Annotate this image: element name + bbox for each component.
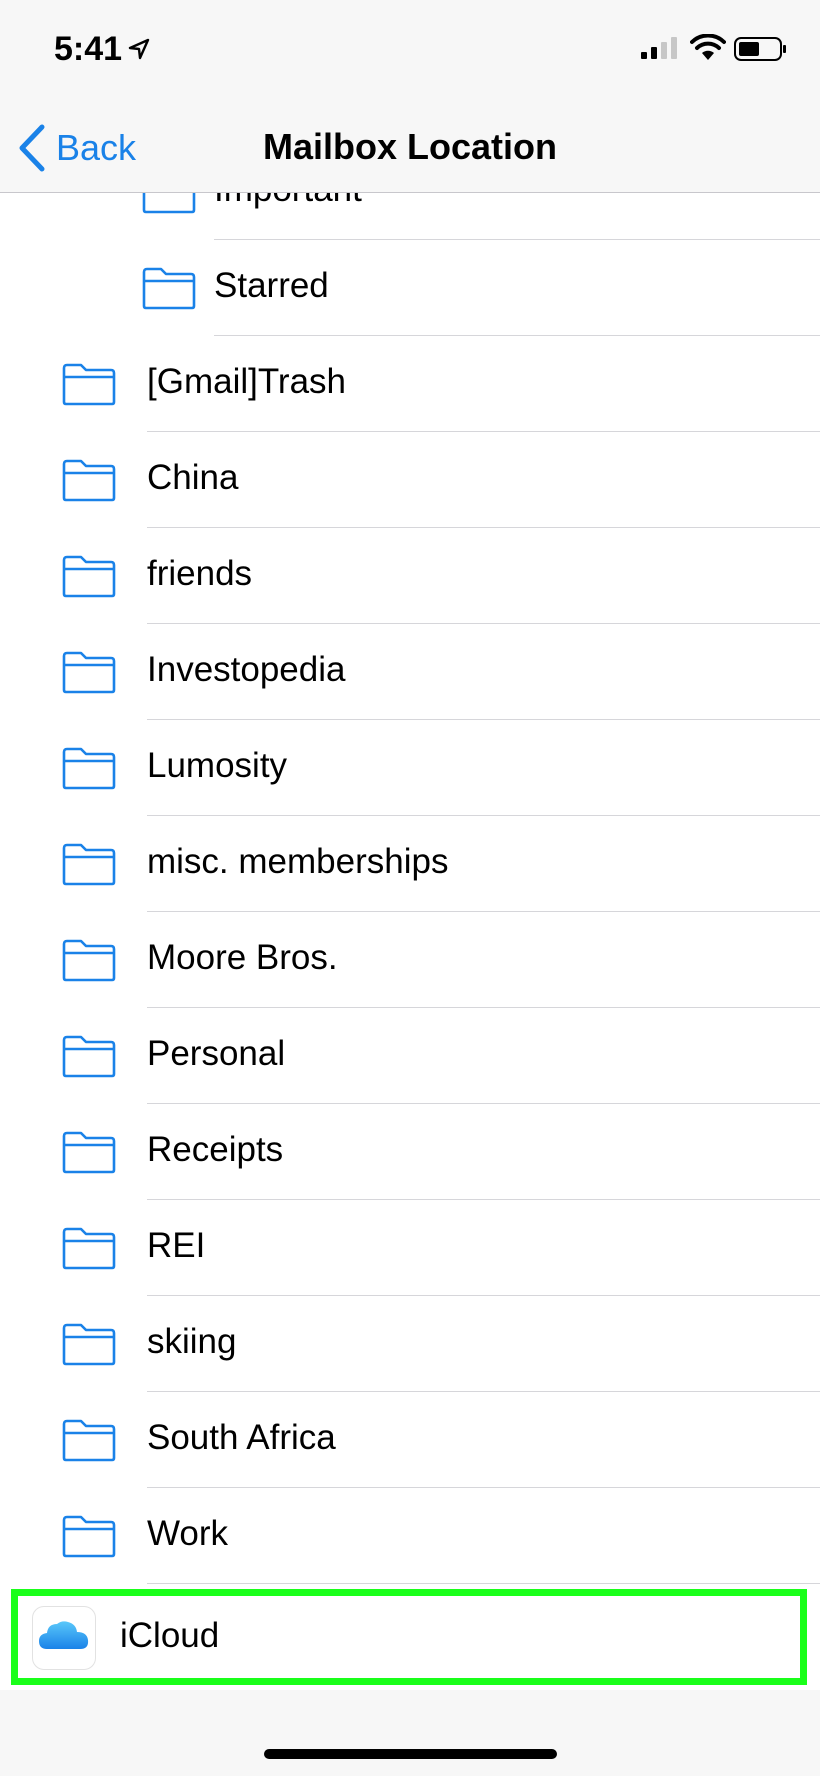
folder-label: [Gmail]Trash [147, 362, 347, 401]
folder-icon [62, 1323, 116, 1366]
status-time: 5:41 [54, 30, 123, 68]
battery-icon [734, 37, 786, 61]
folder-label: Personal [147, 1034, 286, 1073]
folder-icon [142, 193, 196, 214]
list-item[interactable]: REI [0, 1200, 820, 1296]
list-item[interactable]: Personal [0, 1008, 820, 1104]
folder-icon [62, 459, 116, 502]
row-divider [147, 1583, 820, 1584]
folder-label: Receipts [147, 1130, 284, 1169]
status-bar: 5:41 [0, 0, 820, 104]
list-item-important[interactable]: Important [0, 193, 820, 240]
folder-icon [62, 1227, 116, 1270]
page-title: Mailbox Location [262, 126, 557, 167]
list-item[interactable]: Investopedia [0, 624, 820, 720]
folder-label: China [147, 458, 239, 497]
list-item[interactable]: China [0, 432, 820, 528]
wifi-icon [690, 34, 726, 60]
folder-label: Lumosity [147, 746, 288, 785]
folder-label: Important [214, 193, 362, 210]
folder-icon [62, 363, 116, 406]
folder-icon [62, 1035, 116, 1078]
folder-icon [62, 1131, 116, 1174]
folder-icon [62, 555, 116, 598]
folder-icon [62, 939, 116, 982]
home-indicator[interactable] [264, 1749, 557, 1759]
folder-icon [62, 747, 116, 790]
list-item[interactable]: Moore Bros. [0, 912, 820, 1008]
folder-icon [62, 1419, 116, 1462]
bottom-area [0, 1690, 820, 1776]
folder-icon [62, 651, 116, 694]
mailbox-list: Important Starred [Gmail]Trash China frien… [0, 193, 820, 1585]
navigation-bar: Back Mailbox Location [0, 104, 820, 193]
folder-icon [62, 843, 116, 886]
list-item[interactable]: Work [0, 1488, 820, 1584]
folder-label: skiing [147, 1322, 237, 1361]
folder-label: friends [147, 554, 253, 593]
folder-label: REI [147, 1226, 206, 1265]
list-item[interactable]: South Africa [0, 1392, 820, 1488]
folder-label: misc. memberships [147, 842, 449, 881]
list-item[interactable]: Lumosity [0, 720, 820, 816]
list-item-starred[interactable]: Starred [0, 240, 820, 336]
list-item[interactable]: skiing [0, 1296, 820, 1392]
list-item[interactable]: misc. memberships [0, 816, 820, 912]
folder-icon [142, 267, 196, 310]
folder-icon [62, 1515, 116, 1558]
cellular-signal-icon [641, 37, 677, 59]
folder-label: South Africa [147, 1418, 336, 1457]
folder-label: Work [147, 1514, 229, 1553]
list-item[interactable]: Receipts [0, 1104, 820, 1200]
selection-highlight [11, 1589, 807, 1685]
folder-label: Starred [214, 266, 329, 305]
folder-label: Investopedia [147, 650, 346, 689]
location-arrow-icon [128, 38, 150, 60]
list-item[interactable]: [Gmail]Trash [0, 336, 820, 432]
folder-label: Moore Bros. [147, 938, 338, 977]
list-item[interactable]: friends [0, 528, 820, 624]
